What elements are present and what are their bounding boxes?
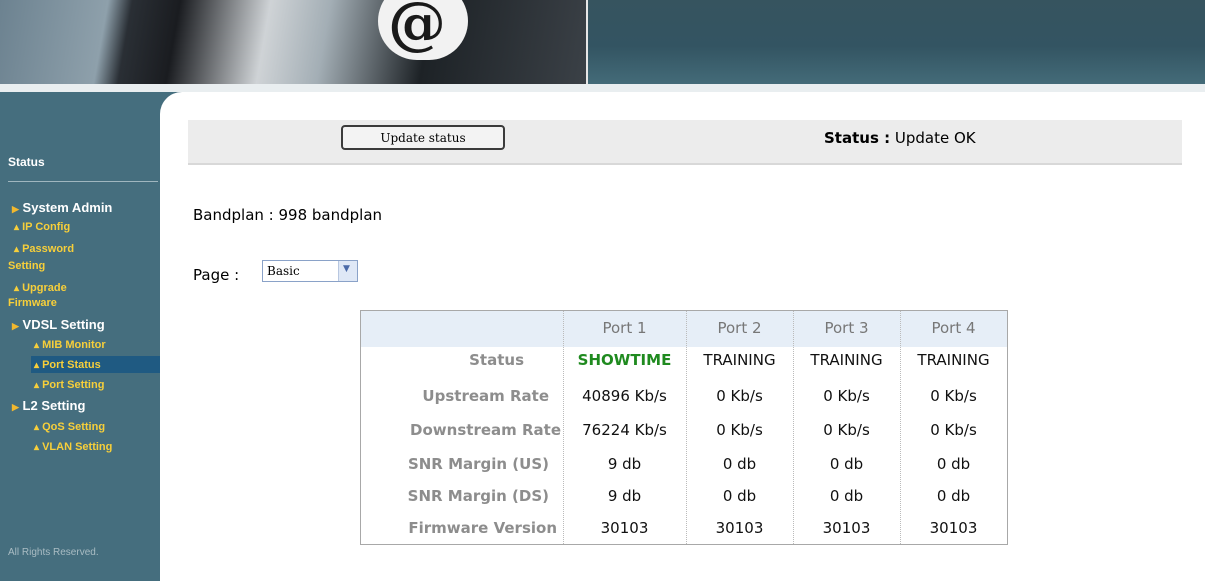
- sidebar-item-label: L2 Setting: [22, 398, 86, 413]
- sidebar-item-password-setting[interactable]: Setting: [8, 259, 45, 274]
- table-cell: 9 db: [607, 455, 642, 473]
- table-cell: 0 db: [829, 455, 864, 473]
- bullet-icon: ▴: [34, 360, 40, 371]
- table-cell: TRAINING: [917, 351, 990, 369]
- dropdown-button[interactable]: ▼: [338, 261, 357, 281]
- table-cell: TRAINING: [810, 351, 883, 369]
- table-cell: 0 Kb/s: [930, 421, 977, 439]
- logo-glyph: @: [388, 0, 446, 57]
- table-cell: 30103: [715, 519, 764, 537]
- sidebar-item-label: Port Status: [42, 359, 101, 371]
- page-label: Page :: [193, 266, 240, 284]
- table-cell: 0 Kb/s: [716, 387, 763, 405]
- row-label: Status: [469, 351, 524, 369]
- sidebar-item-port-status[interactable]: ▴ Port Status: [34, 358, 101, 373]
- bullet-icon: ▴: [14, 222, 20, 233]
- row-label: Upstream Rate: [422, 387, 549, 405]
- row-label: Downstream Rate: [410, 421, 561, 439]
- table-cell: 9 db: [607, 487, 642, 505]
- table-cell: SHOWTIME: [577, 351, 672, 369]
- chevron-down-icon: ▼: [343, 264, 350, 274]
- table-cell: 0 db: [936, 455, 971, 473]
- sidebar-item-label: IP Config: [22, 221, 71, 233]
- table-cell: 30103: [600, 519, 649, 537]
- copyright-text: All Rights Reserved.: [8, 547, 99, 558]
- sidebar-item-label: VDSL Setting: [22, 317, 105, 332]
- row-label: SNR Margin (US): [407, 455, 549, 473]
- column-header: Port 1: [602, 319, 647, 337]
- port-status-table: Port 1 Port 2 Port 3 Port 4 Status SHOWT…: [360, 310, 1008, 545]
- table-cell: 0 Kb/s: [930, 387, 977, 405]
- row-label: SNR Margin (DS): [407, 487, 549, 505]
- sidebar-item-label: Port Setting: [42, 379, 105, 391]
- sidebar-item-vlan-setting[interactable]: ▴ VLAN Setting: [34, 440, 112, 455]
- status-bar: [188, 120, 1182, 165]
- table-cell: 0 db: [722, 455, 757, 473]
- sidebar-item-qos-setting[interactable]: ▴ QoS Setting: [34, 420, 105, 435]
- table-cell: 30103: [822, 519, 871, 537]
- table-cell: 40896 Kb/s: [582, 387, 667, 405]
- bullet-icon: ▴: [34, 422, 40, 433]
- bandplan-text: Bandplan : 998 bandplan: [193, 206, 383, 224]
- table-cell: TRAINING: [703, 351, 776, 369]
- bullet-icon: ▴: [14, 244, 20, 255]
- sidebar-item-upgrade[interactable]: ▴ Upgrade: [14, 281, 67, 296]
- sidebar-item-label: Password: [22, 243, 75, 255]
- banner-panel: [586, 0, 1205, 92]
- sidebar-item-l2-setting[interactable]: ▶ L2 Setting: [12, 398, 85, 413]
- sidebar-item-port-setting[interactable]: ▴ Port Setting: [34, 378, 104, 393]
- sidebar-title: Status: [8, 155, 45, 169]
- table-cell: 0 Kb/s: [716, 421, 763, 439]
- triangle-right-icon: ▶: [12, 204, 19, 214]
- table-cell: 76224 Kb/s: [582, 421, 667, 439]
- row-label: Firmware Version: [408, 519, 557, 537]
- header-banner: @: [0, 0, 1205, 92]
- status-value: Update OK: [894, 129, 976, 147]
- sidebar-item-password[interactable]: ▴ Password: [14, 242, 74, 257]
- sidebar-item-label: QoS Setting: [42, 421, 106, 433]
- bullet-icon: ▴: [34, 340, 40, 351]
- table-cell: 0 Kb/s: [823, 387, 870, 405]
- table-cell: 0 db: [936, 487, 971, 505]
- triangle-right-icon: ▶: [12, 321, 19, 331]
- table-cell: 0 db: [722, 487, 757, 505]
- status-label: Status :: [824, 129, 891, 147]
- sidebar-item-label: Upgrade: [22, 282, 67, 294]
- table-cell: 30103: [929, 519, 978, 537]
- sidebar-item-mib-monitor[interactable]: ▴ MIB Monitor: [34, 338, 106, 353]
- sidebar-item-system-admin[interactable]: ▶ System Admin: [12, 200, 112, 215]
- column-header: Port 2: [717, 319, 762, 337]
- triangle-right-icon: ▶: [12, 402, 19, 412]
- page-select[interactable]: Basic ▼: [262, 260, 358, 282]
- column-header: Port 4: [931, 319, 976, 337]
- page-select-value: Basic: [267, 264, 300, 278]
- sidebar-item-label: VLAN Setting: [42, 441, 113, 453]
- sidebar-item-label: System Admin: [22, 200, 113, 215]
- sidebar-item-vdsl-setting[interactable]: ▶ VDSL Setting: [12, 317, 105, 332]
- sidebar-item-ip-config[interactable]: ▴ IP Config: [14, 220, 70, 235]
- table-cell: 0 db: [829, 487, 864, 505]
- column-header: Port 3: [824, 319, 869, 337]
- bullet-icon: ▴: [34, 380, 40, 391]
- table-cell: 0 Kb/s: [823, 421, 870, 439]
- sidebar-item-label: Firmware: [8, 297, 57, 309]
- bullet-icon: ▴: [34, 442, 40, 453]
- sidebar-item-upgrade-firmware[interactable]: Firmware: [8, 296, 57, 311]
- update-status-button[interactable]: Update status: [341, 125, 505, 150]
- sidebar-item-label: MIB Monitor: [42, 339, 106, 351]
- banner-strip: [0, 84, 1205, 92]
- bullet-icon: ▴: [14, 283, 20, 294]
- banner-image: [0, 0, 586, 92]
- sidebar-item-label: Setting: [8, 260, 46, 272]
- sidebar-divider: [8, 181, 158, 182]
- status-message: Status : Update OK: [824, 129, 976, 147]
